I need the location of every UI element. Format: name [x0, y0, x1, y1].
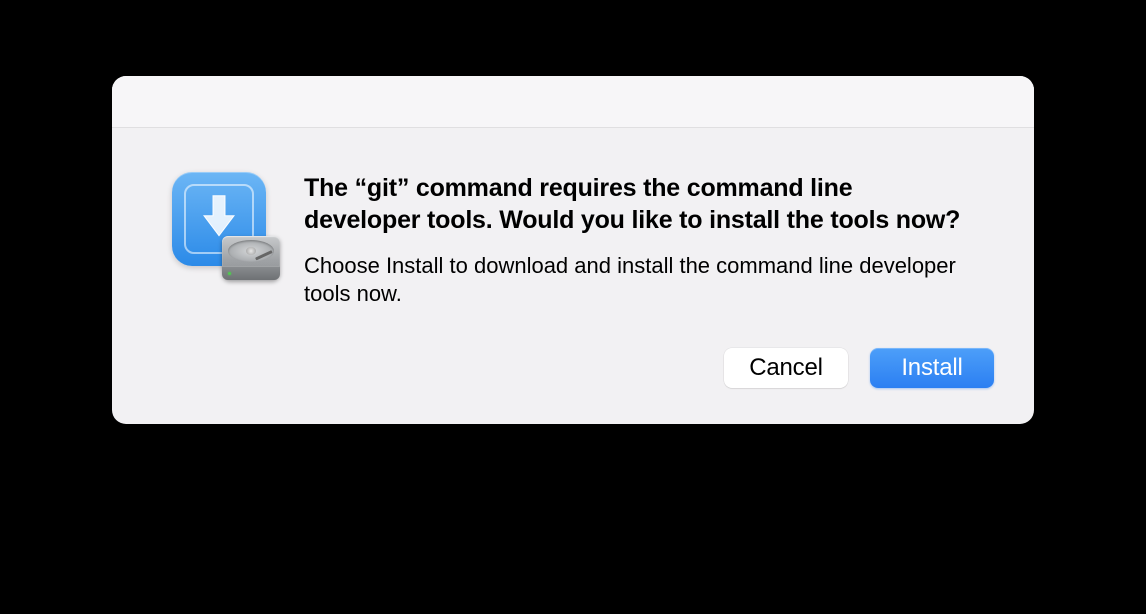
dialog-heading: The “git” command requires the command l…	[304, 172, 974, 236]
dialog-titlebar	[112, 76, 1034, 128]
hard-disk-icon	[220, 226, 282, 288]
dialog-description: Choose Install to download and install t…	[304, 252, 974, 308]
dialog-icon	[172, 172, 274, 282]
dialog-buttons: Cancel Install	[112, 348, 1034, 424]
dialog-text: The “git” command requires the command l…	[304, 172, 974, 308]
install-button[interactable]: Install	[870, 348, 994, 388]
install-prompt-dialog: The “git” command requires the command l…	[112, 76, 1034, 424]
dialog-content: The “git” command requires the command l…	[112, 128, 1034, 338]
cancel-button[interactable]: Cancel	[724, 348, 848, 388]
